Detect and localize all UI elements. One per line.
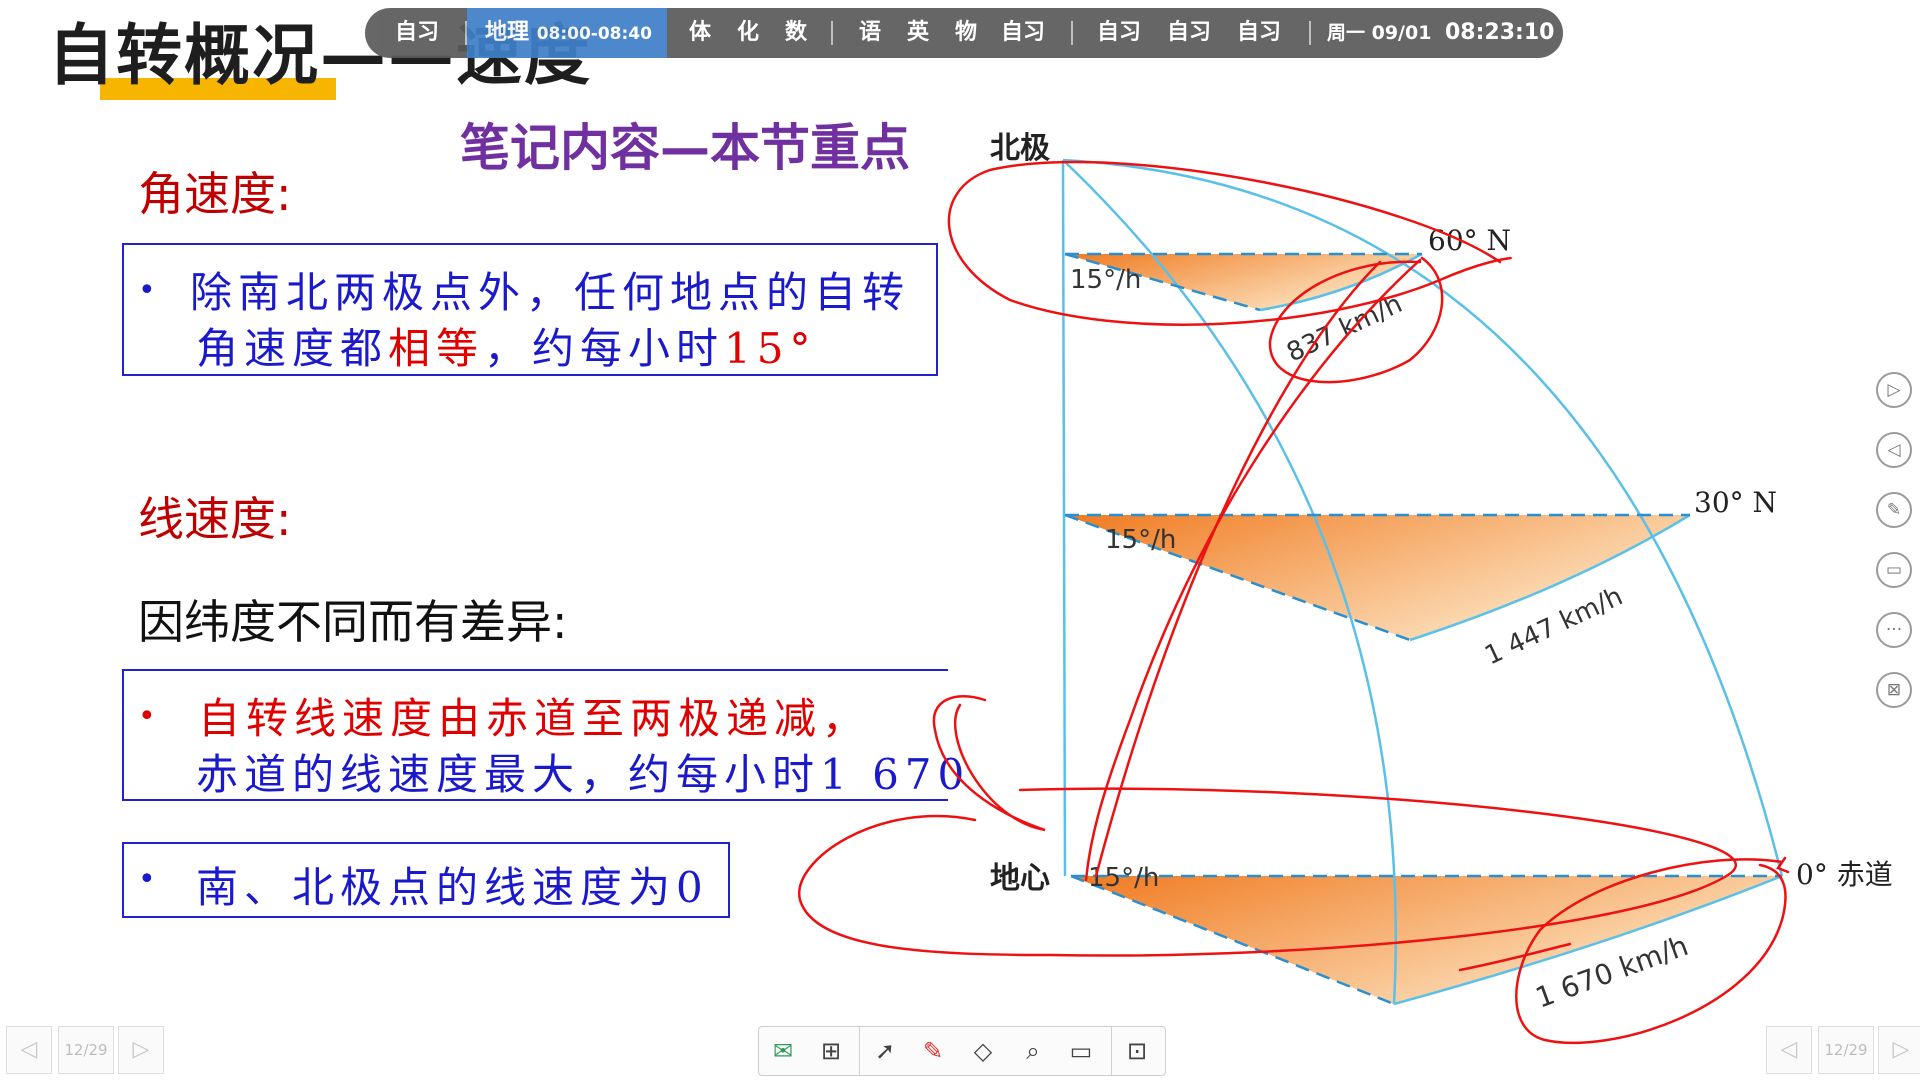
angle-label-top: 15°/h xyxy=(1070,265,1141,295)
more-icon[interactable]: ··· xyxy=(1876,612,1912,648)
annotation-toolbar: ✉ ⊞ ➚ ✎ ◇ ⌕ ▭ ⊡ xyxy=(758,1026,1166,1076)
pen-icon[interactable]: ✎ xyxy=(913,1031,953,1071)
magnifier-icon[interactable]: ⌕ xyxy=(1013,1031,1053,1071)
pointer-icon[interactable]: ➚ xyxy=(865,1031,905,1071)
north-pole-label: 北极 xyxy=(990,131,1050,166)
screen-icon[interactable]: ▭ xyxy=(1876,552,1912,588)
whiteboard-icon[interactable]: ✉ xyxy=(763,1031,803,1071)
exit-slide-icon[interactable]: ⊡ xyxy=(1117,1031,1157,1071)
pen-icon[interactable]: ✎ xyxy=(1876,492,1912,528)
grid-icon[interactable]: ⊞ xyxy=(811,1031,851,1071)
page-indicator[interactable]: 12/29 xyxy=(58,1026,114,1074)
projector-icon[interactable]: ▭ xyxy=(1061,1031,1101,1071)
lat-30n-label: 30° N xyxy=(1694,486,1777,519)
toolbar-separator xyxy=(1111,1027,1112,1075)
page-indicator[interactable]: 12/29 xyxy=(1818,1026,1874,1074)
lat-60n-label: 60° N xyxy=(1428,224,1511,257)
prev-page-button[interactable]: ◁ xyxy=(1766,1026,1812,1074)
next-page-button[interactable]: ▷ xyxy=(118,1026,164,1074)
prev-page-button[interactable]: ◁ xyxy=(6,1026,52,1074)
lat-equator-label: 0° 赤道 xyxy=(1796,858,1893,891)
eraser-icon[interactable]: ◇ xyxy=(963,1031,1003,1071)
exit-icon[interactable]: ⊠ xyxy=(1876,672,1912,708)
next-page-button[interactable]: ▷ xyxy=(1878,1026,1920,1074)
earth-center-label: 地心 xyxy=(990,861,1050,896)
play-icon[interactable]: ▷ xyxy=(1876,372,1912,408)
toolbar-separator xyxy=(859,1027,860,1075)
rotation-speed-diagram: 北极 地心 60° N 30° N 0° 赤道 15°/h 15°/h 15°/… xyxy=(798,131,1893,1045)
back-icon[interactable]: ◁ xyxy=(1876,432,1912,468)
angle-label-mid: 15°/h xyxy=(1105,525,1176,555)
